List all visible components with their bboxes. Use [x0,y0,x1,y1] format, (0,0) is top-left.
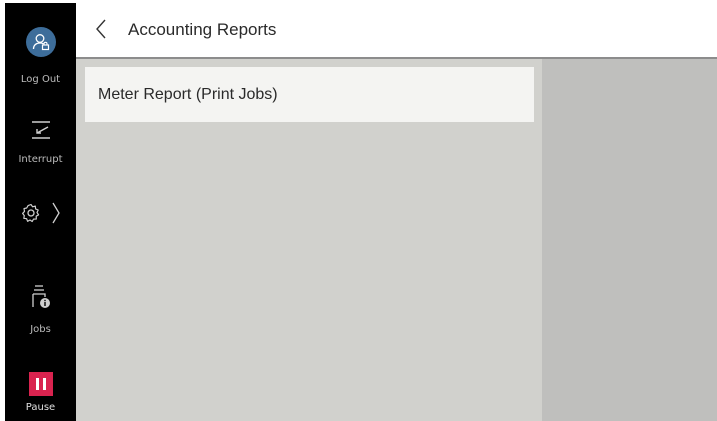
page-title: Accounting Reports [128,20,277,39]
detail-panel [542,59,717,421]
pause-button[interactable]: Pause [5,372,76,413]
interrupt-icon [5,119,76,145]
logout-label: Log Out [20,74,61,85]
list-item-label: Meter Report (Print Jobs) [98,85,278,103]
settings-button[interactable] [5,201,76,229]
back-button[interactable] [94,17,114,41]
device-screen: Log Out Interrupt Jobs Pause Accounting … [0,0,717,421]
side-panel: Log Out Interrupt Jobs Pause [5,3,76,421]
chevron-left-icon [94,19,108,45]
interrupt-label: Interrupt [18,154,63,165]
logout-button[interactable]: Log Out [5,27,76,85]
jobs-label: Jobs [30,324,51,335]
interrupt-button[interactable]: Interrupt [5,119,76,165]
pause-icon [28,372,53,396]
header-bar: Accounting Reports [76,3,717,59]
report-list-panel: Meter Report (Print Jobs) [76,59,542,421]
jobs-info-icon [5,284,76,314]
chevron-right-icon [51,201,61,229]
user-icon [25,27,56,57]
meter-report-print-jobs-item[interactable]: Meter Report (Print Jobs) [85,67,534,122]
pause-label: Pause [25,402,56,413]
gear-icon [20,202,42,228]
jobs-button[interactable]: Jobs [5,284,76,335]
